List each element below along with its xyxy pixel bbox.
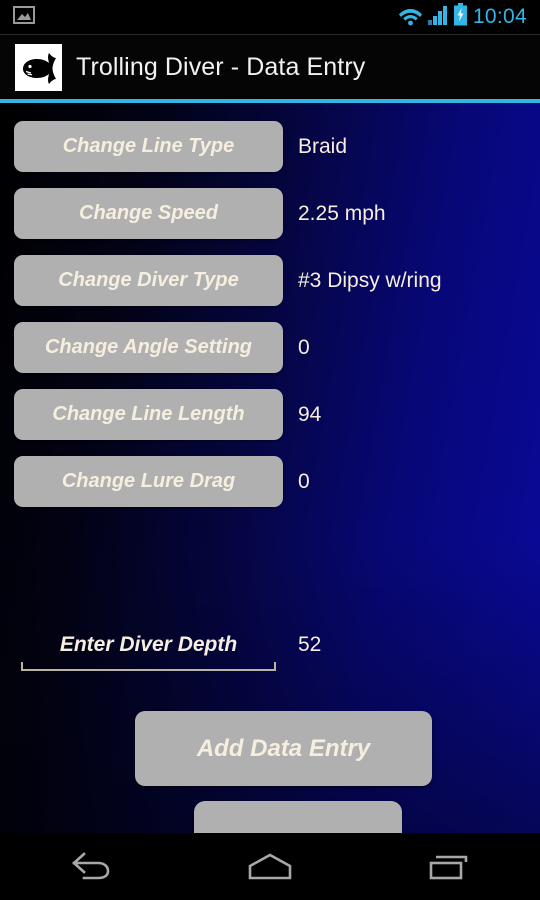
form-row-line-type: Change Line Type Braid (0, 121, 540, 172)
cellular-signal-icon (427, 4, 448, 31)
value-lure-drag: 0 (298, 469, 310, 493)
input-underline (21, 662, 276, 671)
recent-apps-icon[interactable] (395, 833, 505, 900)
form-row-diver-depth: Enter Diver Depth 52 (0, 625, 540, 677)
change-angle-setting-button[interactable]: Change Angle Setting (14, 322, 283, 373)
status-bar: 10:04 (0, 0, 540, 34)
diver-depth-input[interactable]: Enter Diver Depth (14, 625, 283, 657)
page-title: Trolling Diver - Data Entry (76, 52, 366, 81)
form-row-line-length: Change Line Length 94 (0, 389, 540, 440)
change-line-length-button[interactable]: Change Line Length (14, 389, 283, 440)
change-diver-type-button[interactable]: Change Diver Type (14, 255, 283, 306)
data-entry-form: Change Line Type Braid Change Speed 2.25… (0, 103, 540, 833)
form-row-lure-drag: Change Lure Drag 0 (0, 456, 540, 507)
value-speed: 2.25 mph (298, 201, 386, 225)
diver-depth-input-wrapper[interactable]: Enter Diver Depth (14, 625, 283, 671)
form-row-diver-type: Change Diver Type #3 Dipsy w/ring (0, 255, 540, 306)
status-bar-notifications (0, 4, 35, 31)
wifi-icon (398, 4, 423, 31)
change-speed-button[interactable]: Change Speed (14, 188, 283, 239)
value-diver-depth: 52 (298, 633, 322, 656)
back-arrow-icon[interactable] (35, 833, 145, 900)
phone-screen: 10:04 Trolling Diver - Data Entry Change… (0, 0, 540, 900)
change-line-type-button[interactable]: Change Line Type (14, 121, 283, 172)
image-screenshot-icon (13, 4, 35, 31)
value-angle-setting: 0 (298, 335, 310, 359)
fish-logo-icon[interactable] (15, 43, 62, 91)
value-diver-type: #3 Dipsy w/ring (298, 268, 442, 292)
add-data-entry-button[interactable]: Add Data Entry (135, 711, 432, 786)
form-row-speed: Change Speed 2.25 mph (0, 188, 540, 239)
home-icon[interactable] (215, 833, 325, 900)
form-row-angle-setting: Change Angle Setting 0 (0, 322, 540, 373)
battery-charging-icon (453, 3, 468, 31)
status-bar-clock: 10:04 (472, 5, 527, 28)
value-line-type: Braid (298, 134, 348, 158)
back-to-main-button[interactable]: Back to Main (194, 801, 402, 833)
action-bar: Trolling Diver - Data Entry (0, 35, 540, 99)
navigation-bar (0, 833, 540, 900)
status-bar-system-icons: 10:04 (398, 3, 540, 31)
change-lure-drag-button[interactable]: Change Lure Drag (14, 456, 283, 507)
value-line-length: 94 (298, 402, 322, 426)
